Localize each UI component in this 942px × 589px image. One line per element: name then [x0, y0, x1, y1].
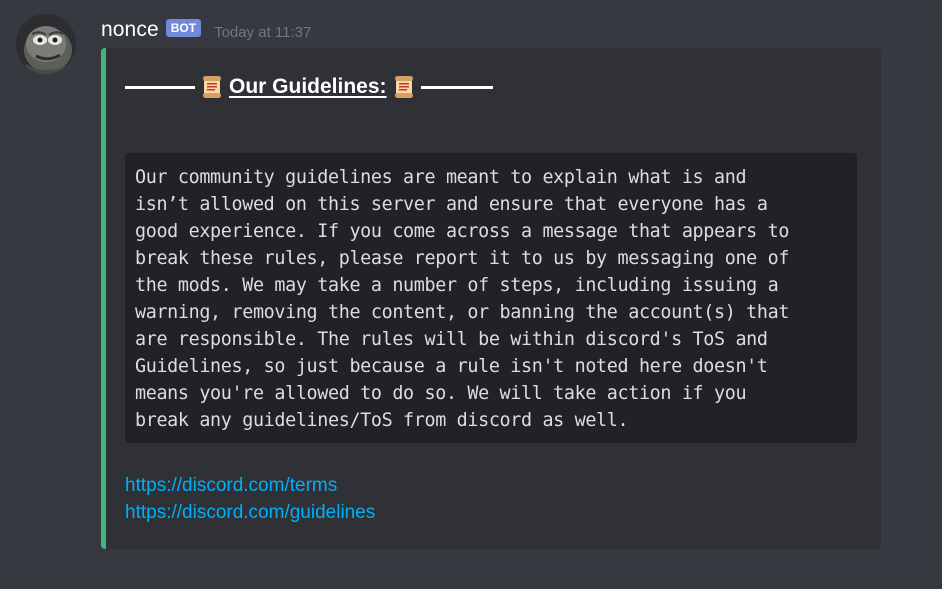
code-line: good experience. If you come across a me…	[135, 221, 790, 242]
code-line: break any guidelines/ToS from discord as…	[135, 410, 629, 431]
title-divider-left	[125, 85, 195, 89]
avatar[interactable]	[16, 14, 76, 74]
scroll-icon	[203, 76, 221, 98]
code-line: means you're allowed to do so. We will t…	[135, 383, 747, 404]
pepe-avatar-icon	[16, 14, 76, 74]
message-header: nonce BOT Today at 11:37	[101, 16, 311, 44]
code-line: the mods. We may take a number of steps,…	[135, 275, 779, 296]
embed: Our Guidelines: Our community guidelines…	[101, 48, 881, 549]
terms-link[interactable]: https://discord.com/terms	[125, 472, 375, 499]
code-block: Our community guidelines are meant to ex…	[125, 153, 857, 443]
timestamp[interactable]: Today at 11:37	[214, 24, 311, 41]
title-divider-right	[420, 85, 493, 89]
code-line: break these rules, please report it to u…	[135, 248, 790, 269]
guidelines-link[interactable]: https://discord.com/guidelines	[125, 499, 375, 526]
bot-badge: BOT	[165, 19, 202, 37]
chat-message: nonce BOT Today at 11:37 Our Guidelines:	[0, 0, 942, 589]
scroll-icon	[394, 76, 413, 98]
code-line: Guidelines, so just because a rule isn't…	[135, 356, 768, 377]
embed-title: Our Guidelines:	[125, 74, 493, 100]
username[interactable]: nonce	[101, 18, 159, 42]
embed-title-text: Our Guidelines:	[229, 75, 387, 98]
code-line: Our community guidelines are meant to ex…	[135, 167, 747, 188]
code-line: warning, removing the content, or bannin…	[135, 302, 790, 323]
embed-links: https://discord.com/terms https://discor…	[125, 472, 375, 526]
code-line: are responsible. The rules will be withi…	[135, 329, 768, 350]
code-line: isn’t allowed on this server and ensure …	[135, 194, 768, 215]
